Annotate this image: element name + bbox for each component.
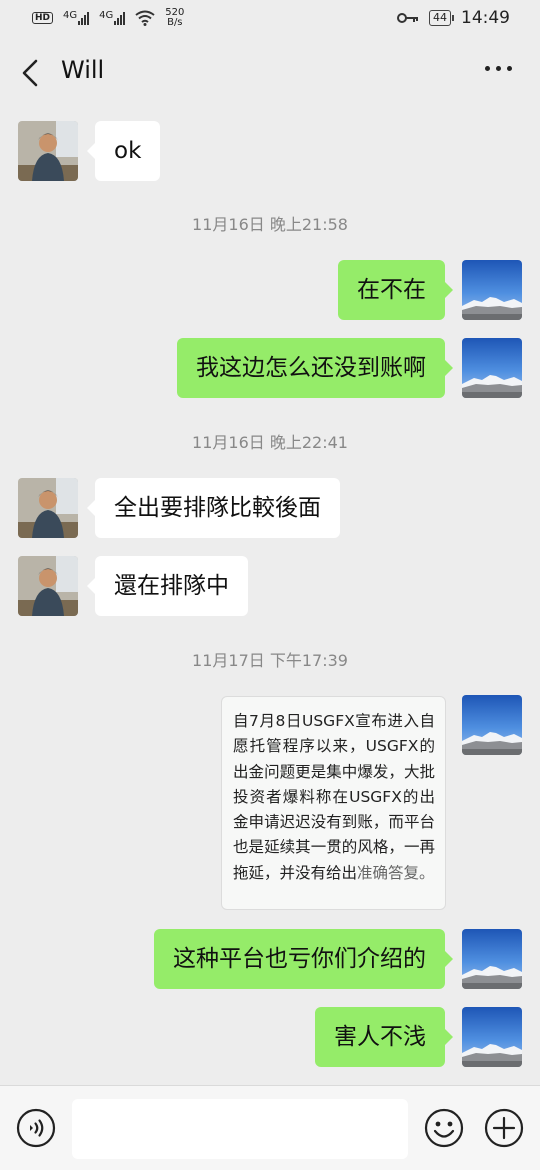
wifi-icon [135, 10, 155, 26]
chat-title: Will [61, 56, 105, 84]
message-bubble-received[interactable]: 還在排隊中 [87, 556, 248, 616]
net-speed: 520 B/s [165, 8, 184, 28]
voice-icon[interactable] [16, 1108, 56, 1148]
message-timestamp: 11月17日 下午17:39 [192, 651, 348, 670]
back-arrow-icon[interactable] [16, 58, 44, 88]
message-input[interactable] [72, 1099, 408, 1159]
avatar-self[interactable] [462, 338, 522, 398]
avatar-will[interactable] [18, 121, 78, 181]
message-bubble-received[interactable]: 全出要排隊比較後面 [87, 478, 340, 538]
status-left: HD 4G 4G 520 B/s [32, 8, 184, 28]
network-type-2: 4G [99, 10, 114, 21]
avatar-self[interactable] [462, 1007, 522, 1067]
article-text-faded: 准确答复。 [357, 863, 435, 882]
network-type-1: 4G [63, 10, 78, 21]
input-bar [0, 1085, 540, 1170]
avatar-self[interactable] [462, 929, 522, 989]
avatar-self[interactable] [462, 260, 522, 320]
hd-badge: HD [32, 12, 54, 24]
message-bubble-sent[interactable]: 我这边怎么还没到账啊 [177, 338, 453, 398]
avatar-will[interactable] [18, 556, 78, 616]
message-bubble-sent[interactable]: 这种平台也亏你们介绍的 [154, 929, 453, 989]
message-bubble-received[interactable]: ok [86, 121, 161, 181]
emoji-icon[interactable] [424, 1108, 464, 1148]
article-card[interactable]: 自7月8日USGFX宣布进入自愿托管程序以来，USGFX的出金问题更是集中爆发，… [221, 696, 446, 910]
plus-icon[interactable] [484, 1108, 524, 1148]
status-bar: HD 4G 4G 520 B/s 44 14:49 [0, 0, 540, 36]
net-speed-unit: B/s [167, 17, 183, 28]
clock: 14:49 [461, 8, 510, 28]
message-timestamp: 11月16日 晚上22:41 [192, 433, 348, 452]
key-icon [397, 13, 418, 23]
chat-header: Will [0, 36, 540, 110]
article-text: 自7月8日USGFX宣布进入自愿托管程序以来，USGFX的出金问题更是集中爆发，… [233, 712, 435, 882]
signal-icon [114, 11, 126, 25]
signal-1: 4G [63, 10, 90, 25]
message-timestamp: 11月16日 晚上21:58 [192, 215, 348, 234]
more-icon[interactable] [485, 66, 512, 71]
avatar-self[interactable] [462, 695, 522, 755]
message-bubble-sent[interactable]: 害人不浅 [315, 1007, 453, 1067]
battery-indicator: 44 [429, 10, 454, 26]
message-bubble-sent[interactable]: 在不在 [338, 260, 453, 320]
signal-icon [78, 11, 90, 25]
avatar-will[interactable] [18, 478, 78, 538]
signal-2: 4G [99, 10, 126, 25]
status-right: 44 14:49 [397, 8, 510, 28]
